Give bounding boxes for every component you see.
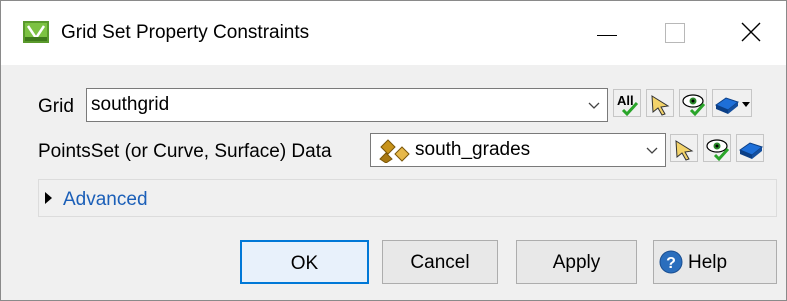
pointsset-combobox[interactable]: south_grades [370,133,666,167]
close-icon [741,22,761,42]
maximize-button[interactable] [643,1,703,65]
help-button-label: Help [688,252,728,273]
cancel-button[interactable]: Cancel [382,240,498,284]
grid-select-button[interactable] [646,89,674,117]
select-pointer-icon [675,140,694,161]
apply-button[interactable]: Apply [516,240,637,284]
all-grids-button[interactable]: All [613,89,641,117]
grid-surface-button[interactable] [712,89,752,117]
grid-combobox[interactable]: southgrid [86,88,608,122]
visibility-eye-icon [706,139,730,162]
apply-button-label: Apply [552,252,601,273]
close-button[interactable] [721,1,781,65]
grid-visibility-button[interactable] [679,89,707,117]
pointsset-combobox-value: south_grades [415,139,531,160]
chevron-down-icon [588,102,600,109]
minimize-button[interactable] [577,1,637,65]
pointsset-visibility-button[interactable] [703,134,731,162]
pointset-icon [379,139,410,163]
pointsset-label: PointsSet (or Curve, Surface) Data [38,141,332,162]
dialog-window: Grid Set Property Constraints Grid south… [0,0,787,301]
ok-button-label: OK [290,253,319,274]
select-pointer-icon [651,95,670,116]
expand-triangle-icon[interactable] [45,192,52,204]
cancel-button-label: Cancel [410,252,470,273]
help-button[interactable]: ? Help [653,240,777,284]
application-icon [23,21,49,43]
title-bar[interactable]: Grid Set Property Constraints [1,1,786,65]
surface-icon [738,142,764,159]
svg-text:?: ? [666,255,676,272]
chevron-down-icon [646,147,658,154]
svg-text:All: All [617,93,634,108]
pointsset-select-button[interactable] [670,134,698,162]
pointsset-surface-button[interactable] [736,134,764,162]
grid-label: Grid [38,96,74,117]
advanced-toggle-label[interactable]: Advanced [63,188,148,212]
grid-combobox-value: southgrid [91,94,170,115]
all-icon: All [617,93,639,117]
window-title: Grid Set Property Constraints [61,22,310,43]
surface-icon [714,97,750,114]
ok-button[interactable]: OK [240,240,369,284]
advanced-section[interactable]: Advanced [38,179,777,217]
visibility-eye-icon [682,94,706,117]
help-icon: ? [659,250,683,274]
